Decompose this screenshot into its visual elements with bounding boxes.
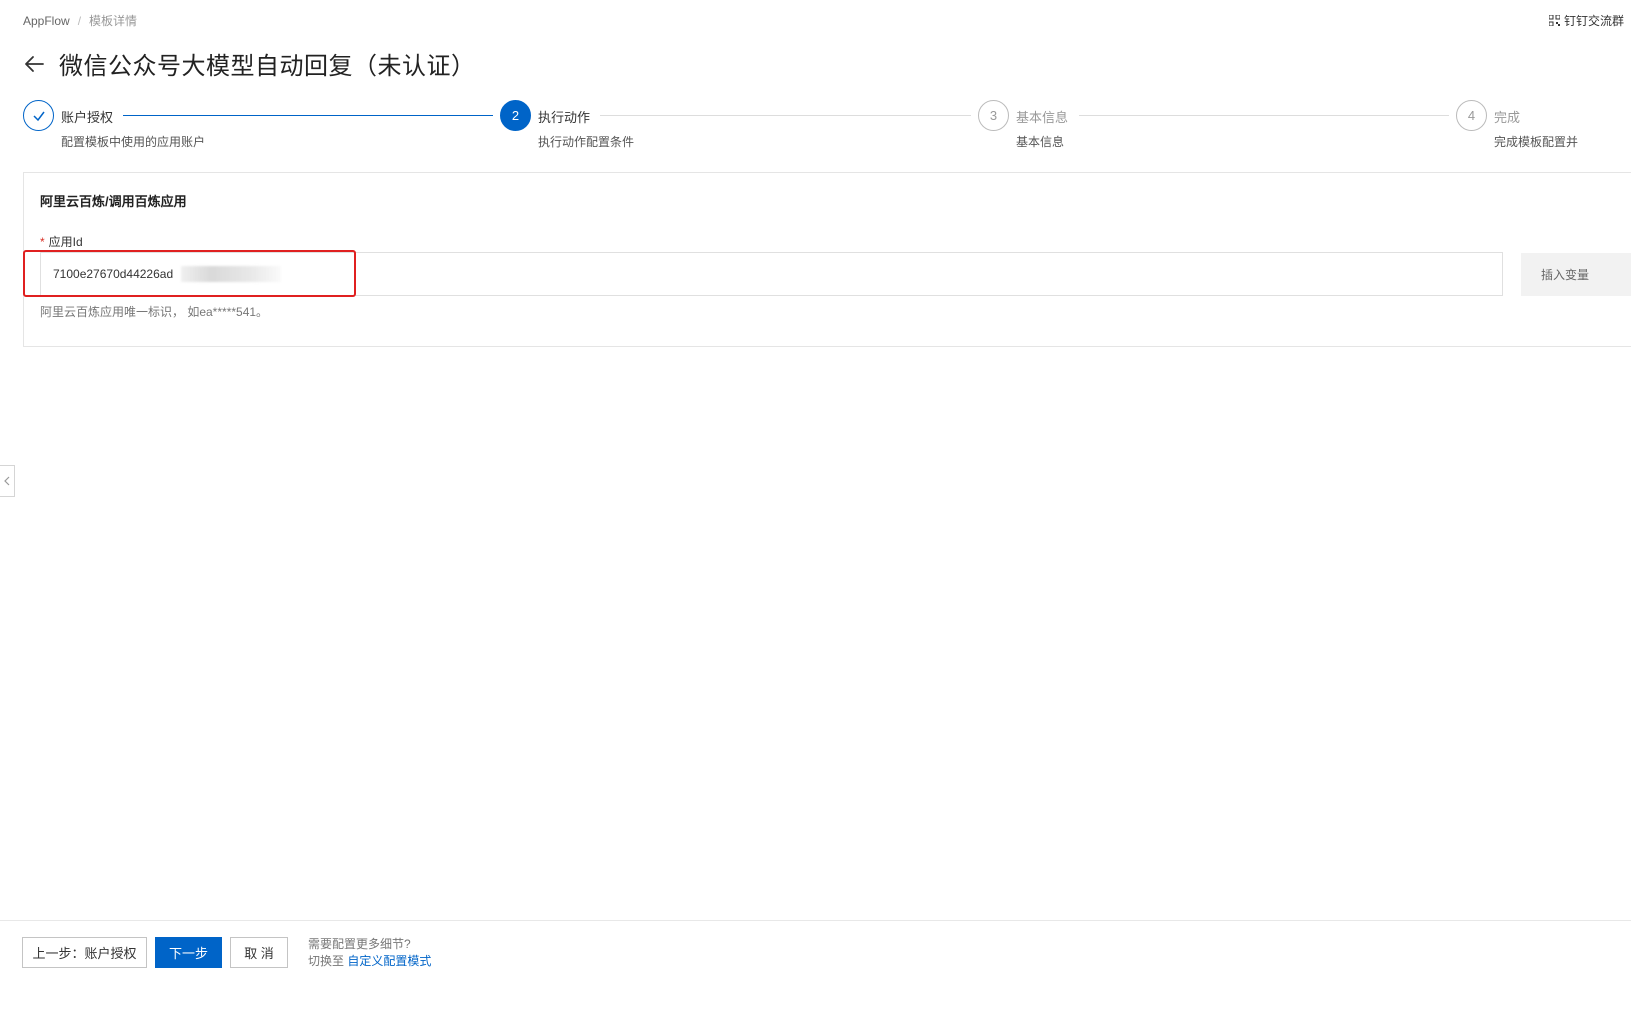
app-id-input[interactable] — [41, 253, 1502, 295]
page-title: 微信公众号大模型自动回复（未认证） — [59, 53, 476, 80]
hint-prefix: 切换至 — [308, 954, 345, 968]
next-step-button[interactable]: 下一步 — [155, 937, 222, 968]
app-id-label: * 应用Id — [40, 233, 83, 250]
breadcrumb-current: 模板详情 — [89, 14, 138, 28]
step-title: 完成 — [1494, 110, 1521, 125]
dingtalk-group-link[interactable]: 钉钉交流群 — [1549, 12, 1631, 29]
step-title: 执行动作 — [538, 110, 591, 125]
action-config-card: 阿里云百炼/调用百炼应用 *应用Id 插入变量 阿里云百炼应用唯一标识， 如ea… — [23, 172, 1631, 347]
breadcrumb-root[interactable]: AppFlow — [23, 14, 70, 28]
hint-switch-line: 切换至 自定义配置模式 — [308, 953, 431, 970]
sidebar-toggle[interactable] — [0, 465, 15, 497]
step-number: 2 — [500, 100, 531, 131]
qr-code-icon — [1549, 15, 1560, 26]
steps-progress: 账户授权 配置模板中使用的应用账户 2 执行动作 执行动作配置条件 3 基本信息… — [23, 100, 1631, 160]
card-title: 阿里云百炼/调用百炼应用 — [40, 194, 187, 209]
breadcrumb: AppFlow / 模板详情 — [23, 12, 137, 29]
app-id-input-wrapper — [40, 252, 1503, 296]
cancel-button[interactable]: 取 消 — [230, 937, 288, 968]
step-number: 3 — [978, 100, 1009, 131]
title-row: 微信公众号大模型自动回复（未认证） — [23, 46, 476, 81]
breadcrumb-separator: / — [77, 13, 82, 28]
custom-mode-hint: 需要配置更多细节? 切换至 自定义配置模式 — [308, 936, 431, 970]
step-title: 账户授权 — [61, 110, 114, 125]
chevron-left-icon — [4, 476, 10, 486]
step-desc: 基本信息 — [1016, 135, 1065, 149]
hint-line: 需要配置更多细节? — [308, 937, 411, 951]
insert-variable-button[interactable]: 插入变量 — [1521, 253, 1631, 296]
required-mark: * — [40, 235, 45, 249]
step-check-icon — [23, 100, 54, 131]
prev-step-button[interactable]: 上一步：账户授权 — [22, 937, 147, 968]
step-title: 基本信息 — [1016, 110, 1069, 125]
dingtalk-label: 钉钉交流群 — [1564, 14, 1625, 28]
step-connector-2 — [600, 115, 971, 116]
step-desc: 完成模板配置并 — [1494, 135, 1579, 149]
step-desc: 执行动作配置条件 — [538, 135, 635, 149]
step-desc: 配置模板中使用的应用账户 — [61, 135, 206, 149]
footer-bar: 上一步：账户授权 下一步 取 消 需要配置更多细节? 切换至 自定义配置模式 — [0, 920, 1631, 1011]
app-id-help: 阿里云百炼应用唯一标识， 如ea*****541。 — [40, 305, 269, 319]
custom-mode-link[interactable]: 自定义配置模式 — [347, 954, 431, 968]
step-connector-3 — [1079, 115, 1449, 116]
app-id-label-text: 应用Id — [48, 235, 83, 249]
step-connector-1 — [123, 115, 493, 116]
step-number: 4 — [1456, 100, 1487, 131]
back-arrow-icon[interactable] — [23, 53, 45, 75]
